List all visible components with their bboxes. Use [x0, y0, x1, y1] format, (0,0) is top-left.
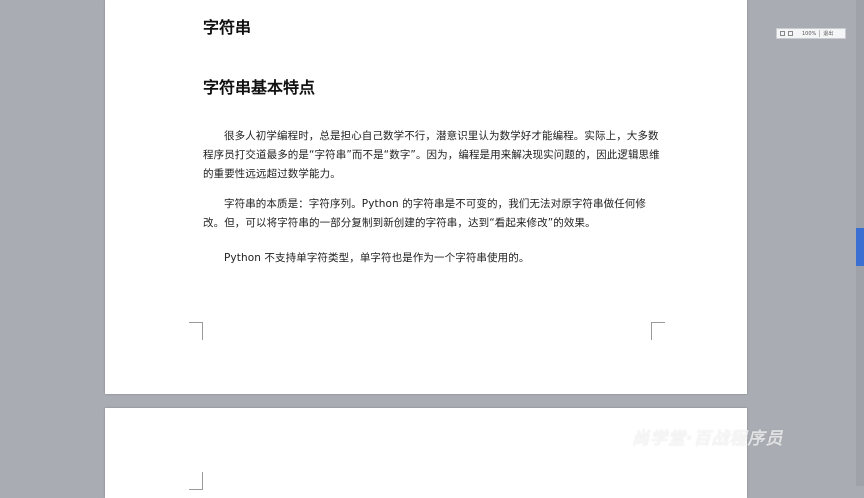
paragraph-2: 字符串的本质是：字符序列。Python 的字符串是不可变的，我们无法对原字符串做…: [203, 198, 647, 229]
heading-string-basics: 字符串基本特点: [203, 78, 316, 97]
zoom-level[interactable]: 100%: [802, 31, 816, 37]
heading-string: 字符串: [203, 18, 252, 37]
zoom-toolbar: 100% 退出: [776, 28, 846, 39]
page-margin-corner-top-left: [189, 472, 203, 490]
paragraph-3: Python 不支持单字符类型，单字符也是作为一个字符串使用的。: [224, 252, 530, 264]
vertical-scrollbar[interactable]: [856, 0, 864, 486]
fit-width-icon[interactable]: [788, 31, 793, 36]
fit-page-icon[interactable]: [780, 31, 785, 36]
paragraph-1: 很多人初学编程时，总是担心自己数学不行，潜意识里认为数学好才能编程。实际上，大多…: [203, 130, 660, 180]
exit-button[interactable]: 退出: [823, 30, 833, 37]
watermark-logo: 尚学堂·百战程序员: [632, 429, 784, 449]
page-margin-corner-bottom-left: [189, 322, 203, 340]
document-page-1: 字符串 字符串基本特点 很多人初学编程时，总是担心自己数学不行，潜意识里认为数学…: [105, 0, 747, 394]
document-workspace: 字符串 字符串基本特点 很多人初学编程时，总是担心自己数学不行，潜意识里认为数学…: [0, 0, 864, 498]
toolbar-separator: [819, 30, 821, 37]
page-margin-corner-bottom-right: [651, 322, 665, 340]
scrollbar-thumb[interactable]: [856, 228, 864, 266]
document-page-2: [105, 408, 747, 498]
